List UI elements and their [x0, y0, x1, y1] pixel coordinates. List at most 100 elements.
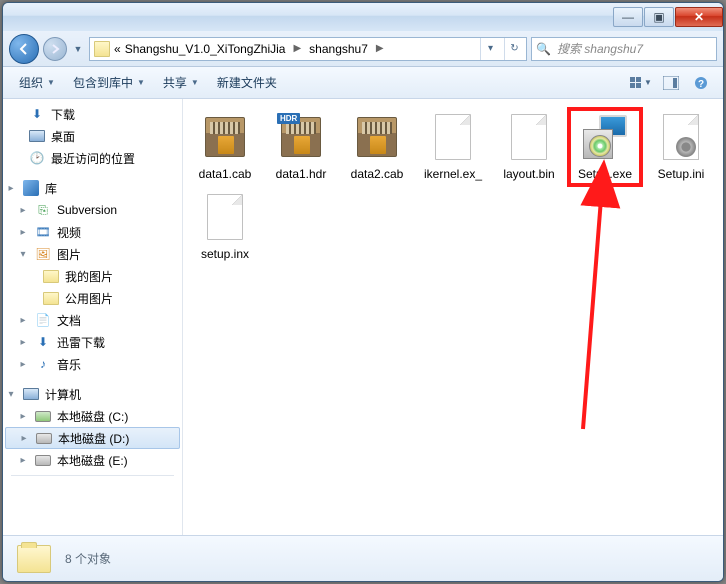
- search-input[interactable]: 🔍 搜索 shangshu7: [531, 37, 717, 61]
- view-button[interactable]: ▼: [627, 71, 655, 95]
- expand-icon[interactable]: ▸: [17, 455, 29, 466]
- sidebar-item-documents[interactable]: ▸ 📄 文档: [3, 309, 182, 331]
- sidebar-item-label: 我的图片: [65, 268, 113, 285]
- help-icon: ?: [694, 76, 708, 90]
- sidebar-item-publicpictures[interactable]: 公用图片: [3, 287, 182, 309]
- sidebar-item-libraries[interactable]: ▸ 库: [3, 177, 182, 199]
- file-item[interactable]: data2.cab: [341, 109, 413, 185]
- sidebar-item-xunlei[interactable]: ▸ ⬇ 迅雷下载: [3, 331, 182, 353]
- collapse-icon[interactable]: ▾: [5, 389, 17, 400]
- body: ⬇ 下载 桌面 🕑 最近访问的位置 ▸ 库 ▸ ⎘ Subversion: [3, 99, 723, 535]
- breadcrumb-item[interactable]: shangshu7: [309, 42, 368, 56]
- drive-icon: [36, 430, 52, 446]
- sidebar-item-music[interactable]: ▸ ♪ 音乐: [3, 353, 182, 375]
- search-placeholder: 搜索 shangshu7: [557, 40, 643, 57]
- sidebar-item-label: 本地磁盘 (D:): [58, 430, 129, 447]
- help-button[interactable]: ?: [687, 71, 715, 95]
- minimize-button[interactable]: —: [613, 7, 643, 27]
- download-icon: ⬇: [29, 106, 45, 122]
- collapse-icon[interactable]: ▾: [17, 249, 29, 260]
- sidebar-item-videos[interactable]: ▸ 🎞 视频: [3, 221, 182, 243]
- explorer-window: — ▣ ✕ ▼ « Shangshu_V1.0_XiTongZhiJia ▶ s…: [2, 2, 724, 582]
- desktop-icon: [29, 128, 45, 144]
- sidebar-item-downloads[interactable]: ⬇ 下载: [3, 103, 182, 125]
- chevron-down-icon: ▼: [191, 78, 199, 87]
- expand-icon[interactable]: ▸: [5, 183, 17, 194]
- chevron-right-icon[interactable]: ▶: [372, 43, 388, 54]
- file-label: Setup.ini: [658, 167, 705, 181]
- file-label: layout.bin: [503, 167, 554, 181]
- expand-icon[interactable]: ▸: [18, 433, 30, 444]
- archive-icon: [205, 117, 245, 157]
- sidebar-item-label: 公用图片: [65, 290, 113, 307]
- breadcrumb-overflow[interactable]: «: [114, 42, 121, 56]
- nav-back-button[interactable]: [9, 34, 39, 64]
- hdr-badge: HDR: [277, 113, 300, 124]
- file-item[interactable]: Setup.exe: [569, 109, 641, 185]
- titlebar: — ▣ ✕: [3, 3, 723, 31]
- share-button[interactable]: 共享 ▼: [155, 70, 207, 95]
- chevron-down-icon: ▼: [644, 78, 652, 87]
- maximize-button[interactable]: ▣: [644, 7, 674, 27]
- breadcrumb-item[interactable]: Shangshu_V1.0_XiTongZhiJia: [125, 42, 286, 56]
- include-button[interactable]: 包含到库中 ▼: [65, 70, 153, 95]
- drive-icon: [35, 452, 51, 468]
- file-icon: [207, 194, 243, 240]
- file-item[interactable]: ikernel.ex_: [417, 109, 489, 185]
- folder-icon: [17, 545, 51, 573]
- sidebar-item-subversion[interactable]: ▸ ⎘ Subversion: [3, 199, 182, 221]
- expand-icon[interactable]: ▸: [17, 411, 29, 422]
- sidebar-item-desktop[interactable]: 桌面: [3, 125, 182, 147]
- sidebar-item-label: 桌面: [51, 128, 75, 145]
- expand-icon[interactable]: ▸: [17, 359, 29, 370]
- picture-icon: 🖼: [35, 246, 51, 262]
- sidebar-item-label: Subversion: [57, 203, 117, 217]
- file-item[interactable]: setup.inx: [189, 189, 261, 265]
- file-label: Setup.exe: [578, 167, 632, 181]
- include-label: 包含到库中: [73, 74, 133, 91]
- content-area[interactable]: data1.cab HDRdata1.hdrdata2.cab ikernel.ex…: [183, 99, 723, 535]
- address-dropdown-button[interactable]: ▾: [480, 38, 500, 60]
- nav-forward-button[interactable]: [43, 37, 67, 61]
- expand-icon[interactable]: ▸: [17, 227, 29, 238]
- sidebar-item-pictures[interactable]: ▾ 🖼 图片: [3, 243, 182, 265]
- file-item[interactable]: data1.cab: [189, 109, 261, 185]
- preview-pane-button[interactable]: [657, 71, 685, 95]
- expand-icon[interactable]: ▸: [17, 205, 29, 216]
- organize-button[interactable]: 组织 ▼: [11, 70, 63, 95]
- sidebar-item-label: 下载: [51, 106, 75, 123]
- sidebar-item-label: 图片: [57, 246, 81, 263]
- newfolder-button[interactable]: 新建文件夹: [209, 70, 285, 95]
- document-icon: 📄: [35, 312, 51, 328]
- video-icon: 🎞: [35, 224, 51, 240]
- sidebar-item-drive-e[interactable]: ▸ 本地磁盘 (E:): [3, 449, 182, 471]
- address-bar[interactable]: « Shangshu_V1.0_XiTongZhiJia ▶ shangshu7…: [89, 37, 527, 61]
- file-label: ikernel.ex_: [424, 167, 482, 181]
- file-icon: [435, 114, 471, 160]
- folder-icon: [43, 268, 59, 284]
- share-label: 共享: [163, 74, 187, 91]
- archive-icon: [357, 117, 397, 157]
- folder-icon: [94, 41, 110, 57]
- sidebar-item-drive-d[interactable]: ▸ 本地磁盘 (D:): [5, 427, 180, 449]
- expand-icon[interactable]: ▸: [17, 315, 29, 326]
- music-icon: ♪: [35, 356, 51, 372]
- folder-icon: [43, 290, 59, 306]
- refresh-button[interactable]: ↻: [504, 38, 524, 60]
- nav-history-dropdown[interactable]: ▼: [71, 38, 85, 60]
- file-item[interactable]: layout.bin: [493, 109, 565, 185]
- sidebar-item-label: 计算机: [45, 386, 81, 403]
- file-label: data1.cab: [199, 167, 252, 181]
- sidebar-item-computer[interactable]: ▾ 计算机: [3, 383, 182, 405]
- close-button[interactable]: ✕: [675, 7, 723, 27]
- chevron-right-icon[interactable]: ▶: [289, 43, 305, 54]
- file-item[interactable]: HDRdata1.hdr: [265, 109, 337, 185]
- sidebar-item-label: 本地磁盘 (C:): [57, 408, 128, 425]
- sidebar-item-recent[interactable]: 🕑 最近访问的位置: [3, 147, 182, 169]
- sidebar-item-mypictures[interactable]: 我的图片: [3, 265, 182, 287]
- chevron-down-icon: ▼: [137, 78, 145, 87]
- file-item[interactable]: Setup.ini: [645, 109, 717, 185]
- sidebar-item-label: 最近访问的位置: [51, 150, 135, 167]
- expand-icon[interactable]: ▸: [17, 337, 29, 348]
- sidebar-item-drive-c[interactable]: ▸ 本地磁盘 (C:): [3, 405, 182, 427]
